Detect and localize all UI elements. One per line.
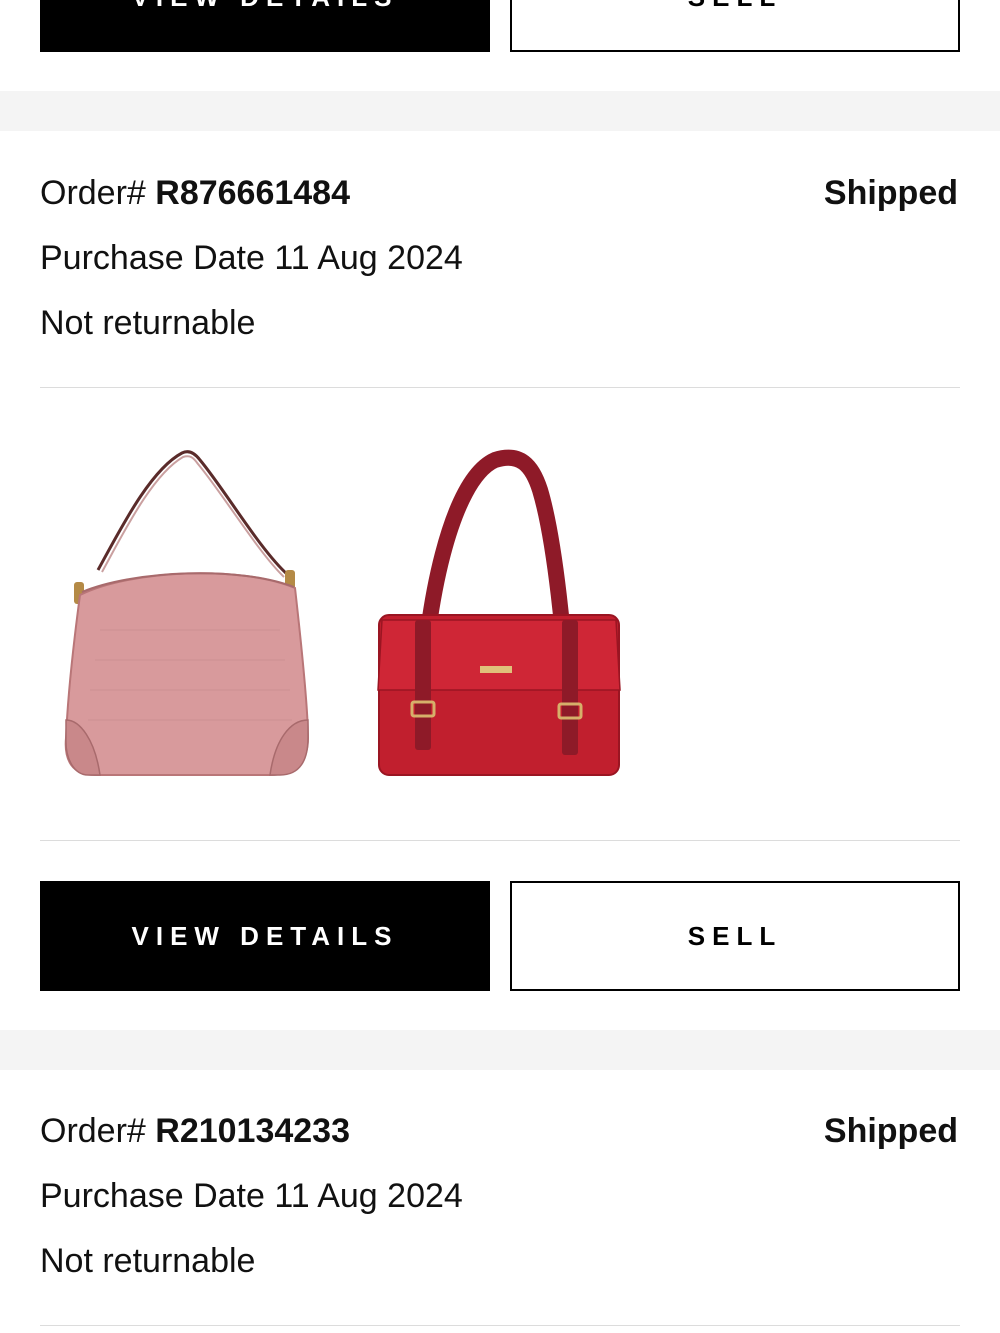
return-policy: Not returnable [40,304,256,342]
return-policy: Not returnable [40,1242,256,1280]
order-label: Order# [40,1112,156,1150]
sell-button[interactable]: SELL [510,881,960,991]
order-label: Order# [40,174,156,212]
previous-order-actions: VIEW DETAILS SELL [40,0,960,52]
order-actions: VIEW DETAILS SELL [40,881,960,991]
divider [40,387,960,388]
orders-page: VIEW DETAILS SELL Order# R876661484 Ship… [0,0,1000,1333]
order-number-line: Order# R210134233 Shipped [40,1111,960,1151]
order-separator [0,1030,1000,1070]
view-details-button[interactable]: VIEW DETAILS [40,0,490,52]
order-card-header: Order# R876661484 Shipped Purchase Date … [40,173,960,343]
order-card-header: Order# R210134233 Shipped Purchase Date … [40,1111,960,1281]
order-status-badge: Shipped [823,1112,958,1150]
sell-button[interactable]: SELL [510,0,960,52]
purchase-date: Purchase Date 11 Aug 2024 [40,1177,463,1215]
order-number: R876661484 [155,174,351,212]
red-tote-bag-image[interactable] [370,420,670,820]
pink-hobo-bag-image[interactable] [40,420,340,820]
divider [40,840,960,841]
order-number: R210134233 [155,1112,351,1150]
order-status-badge: Shipped [823,174,958,212]
divider [40,1325,960,1326]
purchase-date: Purchase Date 11 Aug 2024 [40,239,463,277]
order-items [40,420,960,820]
view-details-button[interactable]: VIEW DETAILS [40,881,490,991]
order-number-line: Order# R876661484 Shipped [40,173,960,213]
order-separator [0,91,1000,131]
